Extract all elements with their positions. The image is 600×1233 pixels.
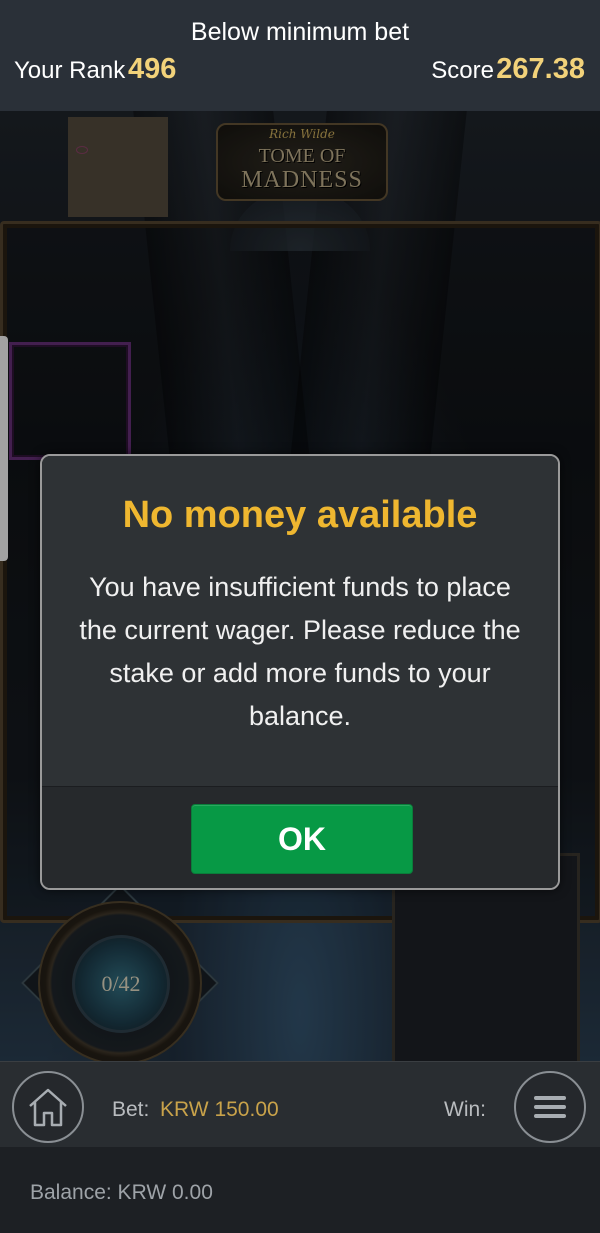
menu-button[interactable] — [514, 1071, 586, 1143]
rank-value: 496 — [128, 53, 177, 85]
rank-label: Your Rank — [14, 57, 126, 84]
top-status-bar: Below minimum bet Your Rank 496 Score 26… — [0, 0, 600, 112]
ok-button[interactable]: OK — [191, 804, 413, 874]
bet-label: Bet: — [112, 1098, 150, 1121]
dialog-title: No money available — [122, 494, 478, 536]
bet-status-message: Below minimum bet — [190, 18, 410, 46]
score-label: Score — [431, 57, 494, 84]
no-money-dialog: No money available You have insufficient… — [40, 454, 560, 890]
dialog-body: No money available You have insufficient… — [42, 456, 558, 786]
balance-bar: Balance: KRW 0.00 — [0, 1147, 600, 1233]
home-icon — [29, 1088, 67, 1127]
hamburger-menu-icon — [534, 1096, 566, 1118]
bottom-control-bar: Bet: KRW 150.00 Win: — [0, 1061, 600, 1148]
win-label: Win: — [444, 1098, 486, 1121]
bet-amount[interactable]: KRW 150.00 — [160, 1098, 279, 1122]
score-value: 267.38 — [496, 53, 585, 85]
dialog-message: You have insufficient funds to place the… — [79, 572, 521, 731]
home-button[interactable] — [12, 1071, 84, 1143]
dialog-footer: OK — [42, 786, 558, 888]
balance-text: Balance: KRW 0.00 — [30, 1181, 213, 1204]
